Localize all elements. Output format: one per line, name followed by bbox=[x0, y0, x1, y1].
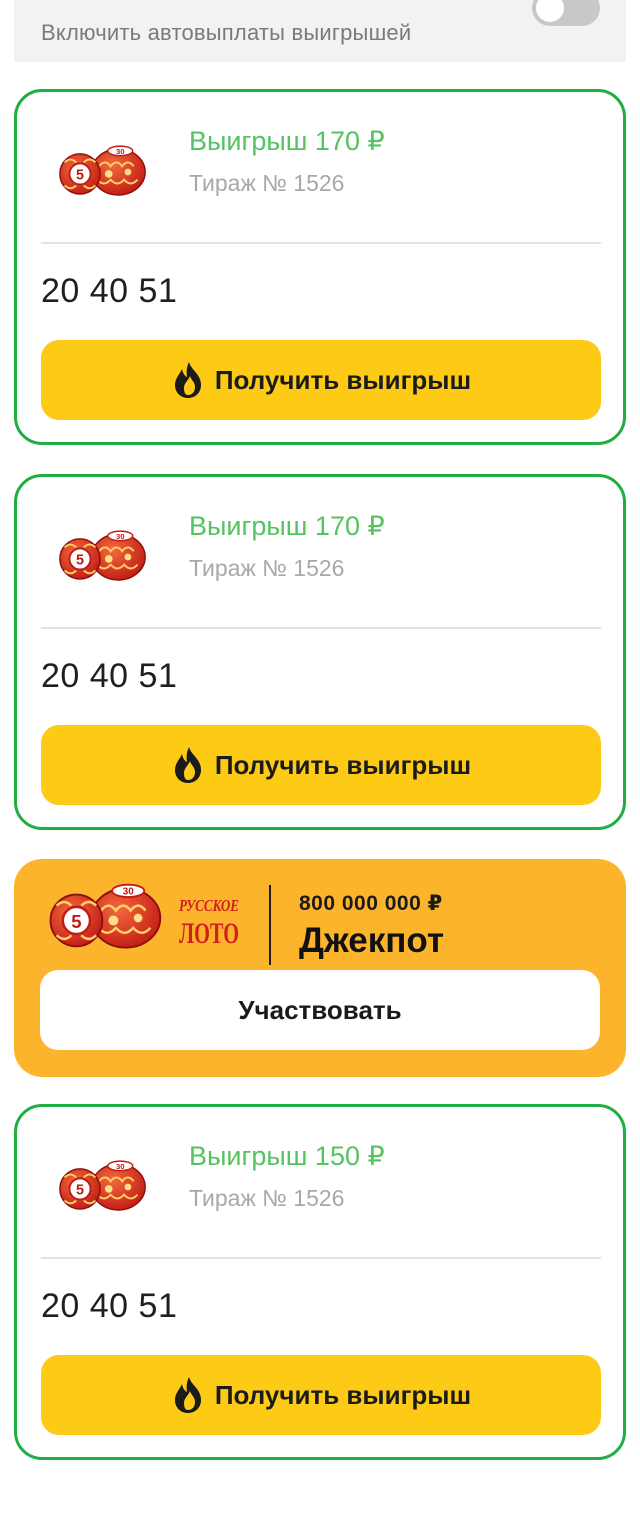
autopay-label: Включить автовыплаты выигрышей bbox=[41, 20, 412, 45]
win-amount: Выигрыш 170 ₽ bbox=[189, 126, 385, 156]
win-card: Выигрыш 150 ₽ Тираж № 1526 20 40 51 Полу… bbox=[14, 1104, 626, 1460]
autopay-toggle[interactable] bbox=[532, 0, 600, 26]
jackpot-banner: РУССКОЕ ЛОТО 800 000 000 ₽ Джекпот Участ… bbox=[14, 859, 626, 1077]
win-card: Выигрыш 170 ₽ Тираж № 1526 20 40 51 Полу… bbox=[14, 89, 626, 445]
lotto-barrels-icon bbox=[58, 530, 147, 581]
svg-text:ЛОТО: ЛОТО bbox=[179, 917, 239, 950]
winning-numbers: 20 40 51 bbox=[41, 272, 178, 310]
claim-win-button[interactable]: Получить выигрыш bbox=[41, 725, 601, 805]
lotto-barrels-icon bbox=[49, 883, 162, 949]
screen: Включить автовыплаты выигрышей Выигрыш 1… bbox=[0, 0, 640, 1530]
claim-win-label: Получить выигрыш bbox=[214, 1379, 472, 1410]
participate-button[interactable]: Участвовать bbox=[40, 970, 600, 1050]
autopay-row: Включить автовыплаты выигрышей bbox=[14, 0, 626, 62]
divider bbox=[41, 242, 601, 244]
claim-win-button[interactable]: Получить выигрыш bbox=[41, 1355, 601, 1435]
divider bbox=[41, 1257, 601, 1259]
draw-number: Тираж № 1526 bbox=[189, 555, 345, 581]
svg-text:РУССКОЕ: РУССКОЕ bbox=[178, 896, 239, 915]
win-amount: Выигрыш 170 ₽ bbox=[189, 511, 385, 541]
claim-win-label: Получить выигрыш bbox=[214, 749, 472, 780]
win-card: Выигрыш 170 ₽ Тираж № 1526 20 40 51 Полу… bbox=[14, 474, 626, 830]
jackpot-separator bbox=[269, 885, 271, 965]
jackpot-title: Джекпот bbox=[299, 921, 445, 960]
divider bbox=[41, 627, 601, 629]
win-amount: Выигрыш 150 ₽ bbox=[189, 1141, 385, 1171]
winning-numbers: 20 40 51 bbox=[41, 1287, 178, 1325]
fire-icon bbox=[174, 362, 201, 398]
fire-icon bbox=[174, 747, 201, 783]
winning-numbers: 20 40 51 bbox=[41, 657, 178, 695]
jackpot-amount: 800 000 000 ₽ bbox=[299, 892, 443, 915]
claim-win-label: Получить выигрыш bbox=[214, 364, 472, 395]
draw-number: Тираж № 1526 bbox=[189, 170, 345, 196]
draw-number: Тираж № 1526 bbox=[189, 1185, 345, 1211]
lotto-barrels-icon bbox=[58, 1160, 147, 1211]
lotto-barrels-icon bbox=[58, 145, 147, 196]
claim-win-button[interactable]: Получить выигрыш bbox=[41, 340, 601, 420]
fire-icon bbox=[174, 1377, 201, 1413]
russkoe-loto-logo: РУССКОЕ ЛОТО bbox=[178, 896, 239, 950]
toggle-knob bbox=[536, 0, 564, 22]
